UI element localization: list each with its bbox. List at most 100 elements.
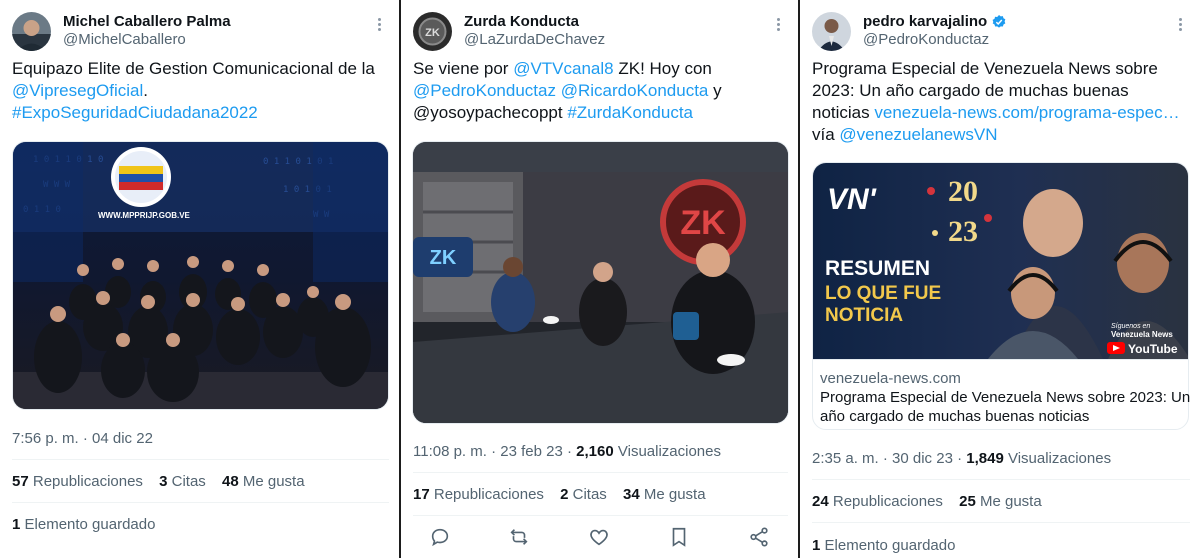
reply-icon[interactable] — [429, 526, 453, 550]
card-headline-3: NOTICIA — [825, 305, 903, 326]
timestamp-views: 2:35 a. m. · 30 dic 23 · 1,849 Visualiza… — [812, 450, 1111, 467]
tweet-text-fragment: vía — [812, 125, 835, 144]
action-bar — [401, 526, 798, 552]
likes-count: 34 — [622, 486, 640, 503]
timestamp-views: 11:08 p. m. · 23 feb 23 · 2,160 Visualiz… — [413, 443, 721, 460]
avatar[interactable] — [12, 12, 51, 51]
bookmarks-label: Elemento guardado — [24, 516, 156, 533]
tweet-text-fragment: ZK! Hoy con — [618, 59, 712, 78]
tweet-card-3[interactable]: pedro karvajalino @PedroKonductaz Progra… — [800, 0, 1200, 558]
mention-link[interactable]: @VTVcanal8 — [513, 59, 613, 78]
quotes-stat[interactable]: 3 Citas — [159, 473, 206, 490]
divider — [12, 502, 389, 503]
hashtag-link[interactable]: #ExpoSeguridadCiudadana2022 — [12, 102, 389, 124]
follow-brand-text: Venezuela News — [1111, 330, 1173, 339]
reposts-count: 24 — [812, 493, 829, 510]
link-card-image: VN' 20 23 RESUMEN LO QUE FUE NOTICIA Síg… — [813, 163, 1188, 359]
tweet-header: pedro karvajalino @PedroKonductaz — [812, 12, 1188, 52]
views-label: Visualizaciones — [1007, 450, 1112, 467]
timestamp[interactable]: 2:35 a. m. · 30 dic 23 · — [812, 450, 966, 467]
likes-label: Me gusta — [979, 493, 1042, 510]
display-name[interactable]: Zurda Konducta — [464, 13, 579, 30]
tweet-header: Michel Caballero Palma @MichelCaballero — [12, 12, 387, 52]
reposts-stat[interactable]: 57 Republicaciones — [12, 473, 143, 490]
more-options-icon[interactable] — [1172, 16, 1188, 32]
display-name-text: Michel Caballero Palma — [63, 13, 231, 30]
timestamp[interactable]: 11:08 p. m. · 23 feb 23 · — [413, 443, 576, 460]
tweet-text-line: 2023: Un año cargado de muchas buenas — [812, 81, 1129, 100]
studio-logo-text: ZK — [680, 204, 726, 242]
likes-stat[interactable]: 34 Me gusta — [623, 486, 706, 503]
repost-icon[interactable] — [508, 526, 532, 550]
tweet-text-line: Se viene por @VTVcanal8 ZK! Hoy con — [413, 58, 788, 80]
avatar[interactable] — [812, 12, 851, 51]
reposts-label: Republicaciones — [832, 493, 943, 510]
engagement-stats: 57 Republicaciones 3 Citas 48 Me gusta — [12, 473, 317, 490]
tweet-card-2[interactable]: ZK Zurda Konducta @LaZurdaDeChavez Se vi… — [401, 0, 798, 558]
more-options-icon[interactable] — [371, 16, 387, 32]
user-handle[interactable]: @PedroKonductaz — [863, 31, 989, 48]
likes-stat[interactable]: 48 Me gusta — [222, 473, 305, 490]
reposts-label: Republicaciones — [32, 473, 143, 490]
views-label: Visualizaciones — [617, 443, 721, 460]
quotes-stat[interactable]: 2 Citas — [560, 486, 607, 503]
quotes-label: Citas — [572, 486, 607, 503]
reposts-count: 57 — [12, 473, 29, 490]
tweet-text-line: Equipazo Elite de Gestion Comunicacional… — [12, 59, 375, 78]
engagement-stats: 17 Republicaciones 2 Citas 34 Me gusta — [413, 486, 718, 503]
bookmarks-stat[interactable]: 1 Elemento guardado — [812, 537, 955, 554]
tweet-text-line: vía @venezuelanewsVN — [812, 124, 1190, 146]
likes-count: 25 — [959, 493, 976, 510]
divider — [413, 472, 788, 473]
mention-link[interactable]: @VipresegOficial — [12, 81, 143, 100]
mention-link[interactable]: @venezuelanewsVN — [839, 125, 997, 144]
bookmarks-stat[interactable]: 1 Elemento guardado — [12, 516, 155, 533]
card-domain[interactable]: venezuela-news.com — [820, 370, 961, 387]
reposts-label: Republicaciones — [433, 486, 544, 503]
avatar[interactable]: ZK — [413, 12, 452, 51]
tweet-text-fragment: noticias — [812, 103, 870, 122]
hashtag-link[interactable]: #ZurdaKonducta — [567, 103, 693, 122]
mention-link[interactable]: @PedroKonductaz — [413, 81, 556, 100]
tweet-image[interactable]: ZK ZK — [412, 141, 789, 424]
tweet-text: Programa Especial de Venezuela News sobr… — [812, 58, 1190, 146]
card-headline-2: LO QUE FUE — [825, 283, 941, 304]
more-options-icon[interactable] — [770, 16, 786, 32]
card-headline-1: RESUMEN — [825, 257, 930, 280]
likes-label: Me gusta — [242, 473, 305, 490]
divider — [812, 479, 1190, 480]
vn-logo-text: VN' — [827, 183, 877, 216]
display-name-text: Zurda Konducta — [464, 13, 579, 30]
likes-stat[interactable]: 25 Me gusta — [959, 493, 1042, 510]
bookmarks-label: Elemento guardado — [824, 537, 956, 554]
avatar-logo-text: ZK — [425, 27, 440, 39]
reposts-stat[interactable]: 17 Republicaciones — [413, 486, 544, 503]
likes-label: Me gusta — [643, 486, 706, 503]
year-top-text: 20 — [948, 175, 978, 208]
views-count: 2,160 — [576, 443, 614, 460]
tweet-text-line: @PedroKonductaz @RicardoKonducta y — [413, 80, 788, 102]
screen-logo-text: ZK — [430, 247, 457, 269]
tweet-text: Se viene por @VTVcanal8 ZK! Hoy con @Ped… — [413, 58, 788, 124]
bookmark-icon[interactable] — [668, 526, 692, 550]
tweet-header: ZK Zurda Konducta @LaZurdaDeChavez — [413, 12, 786, 52]
tweet-text-fragment: y — [713, 81, 722, 100]
tweet-image[interactable]: 1 0 1 1 0 1 00 1 1 0 1 0 1 W W W1 0 1 0 … — [12, 141, 389, 410]
share-icon[interactable] — [748, 526, 772, 550]
user-handle[interactable]: @LaZurdaDeChavez — [464, 31, 605, 48]
user-handle[interactable]: @MichelCaballero — [63, 31, 186, 48]
display-name[interactable]: pedro karvajalino — [863, 13, 1007, 30]
reposts-stat[interactable]: 24 Republicaciones — [812, 493, 943, 510]
tweet-text-fragment: Se viene por — [413, 59, 509, 78]
quotes-count: 2 — [560, 486, 569, 503]
mention-link[interactable]: @RicardoKonducta — [561, 81, 709, 100]
card-title-line: Programa Especial de Venezuela News sobr… — [820, 389, 1191, 406]
tweet-text-period: . — [143, 81, 149, 100]
tweet-card-1[interactable]: Michel Caballero Palma @MichelCaballero … — [0, 0, 399, 558]
like-icon[interactable] — [588, 526, 612, 550]
display-name[interactable]: Michel Caballero Palma — [63, 13, 231, 30]
card-title[interactable]: Programa Especial de Venezuela News sobr… — [820, 388, 1191, 426]
timestamp[interactable]: 7:56 p. m. · 04 dic 22 — [12, 430, 153, 447]
url-link[interactable]: venezuela-news.com/programa-espec… — [874, 103, 1179, 122]
quotes-count: 3 — [159, 473, 168, 490]
